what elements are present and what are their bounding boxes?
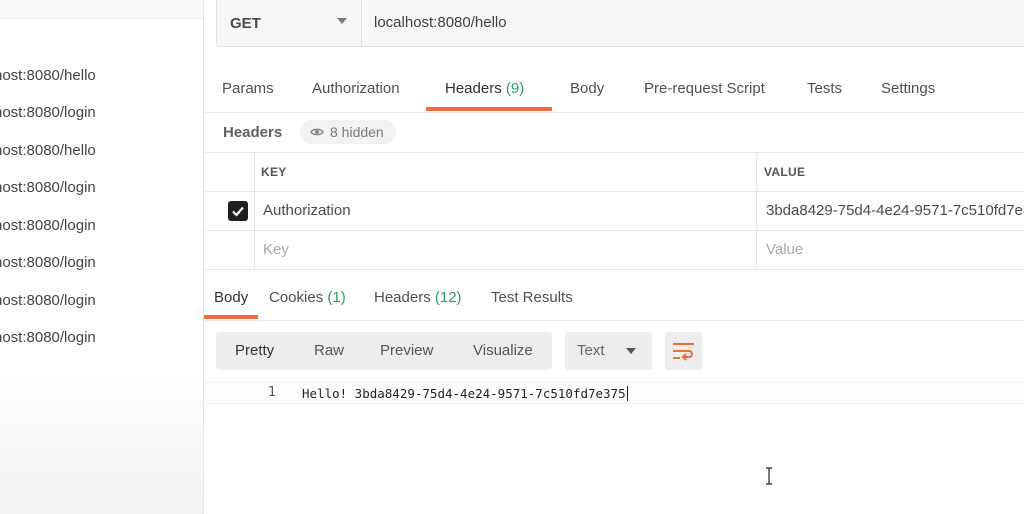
- check-cell: [204, 192, 255, 230]
- url-input[interactable]: localhost:8080/hello: [374, 0, 974, 46]
- tab-label: Pre-request Script: [644, 80, 765, 97]
- wrap-lines-icon: [673, 343, 694, 361]
- history-item[interactable]: host:8080/login: [0, 95, 203, 131]
- mouse-ibeam-cursor-icon: [766, 467, 772, 485]
- history-item[interactable]: host:8080/login: [0, 208, 203, 244]
- tab-params[interactable]: Params: [222, 66, 274, 110]
- tab-label: Headers: [374, 289, 431, 306]
- chevron-down-icon: [626, 348, 636, 354]
- history-item[interactable]: host:8080/login: [0, 320, 203, 356]
- response-type-select[interactable]: Text: [565, 332, 652, 370]
- headers-table: KEY VALUE Authorization 3bda8429-75d4-4e…: [204, 152, 1024, 270]
- new-key-input[interactable]: Key: [254, 231, 757, 269]
- raw-button[interactable]: Raw: [314, 332, 344, 370]
- header-value-cell[interactable]: 3bda8429-75d4-4e24-9571-7c510fd7e375: [757, 192, 1024, 230]
- sidebar-header: [0, 0, 203, 19]
- value-placeholder: Value: [766, 241, 804, 258]
- key-column-header: KEY: [254, 153, 757, 191]
- response-type-label: Text: [577, 342, 605, 359]
- value-column-header: VALUE: [757, 153, 1024, 191]
- response-body-line: Hello! 3bda8429-75d4-4e24-9571-7c510fd7e…: [302, 386, 628, 401]
- tab-count: (12): [434, 289, 462, 306]
- tab-count: (1): [327, 289, 346, 306]
- pretty-button[interactable]: Pretty: [235, 332, 274, 370]
- header-key: Authorization: [263, 202, 351, 219]
- response-tabs: Body Cookies (1) Headers (12) Test Resul…: [204, 275, 1024, 321]
- history-item[interactable]: host:8080/hello: [0, 133, 203, 169]
- tab-label: Authorization: [312, 80, 400, 97]
- history-item[interactable]: host:8080/login: [0, 283, 203, 319]
- tab-authorization[interactable]: Authorization: [312, 66, 400, 110]
- line-number: 1: [268, 385, 276, 400]
- header-enabled-checkbox[interactable]: [228, 201, 248, 221]
- wrap-lines-button[interactable]: [665, 332, 702, 370]
- active-tab-indicator: [426, 107, 552, 111]
- tab-tests[interactable]: Tests: [807, 66, 842, 110]
- visualize-button[interactable]: Visualize: [473, 332, 533, 370]
- key-header: KEY: [261, 165, 287, 179]
- tab-label: Settings: [881, 80, 936, 97]
- tab-body[interactable]: Body: [570, 66, 604, 110]
- tab-label: Tests: [807, 80, 843, 97]
- tab-settings[interactable]: Settings: [881, 66, 935, 110]
- new-header-row: Key Value: [204, 231, 1024, 270]
- tab-response-headers[interactable]: Headers (12): [374, 275, 462, 319]
- eye-icon: [310, 128, 324, 136]
- request-panel: GET localhost:8080/hello Params Authoriz…: [204, 0, 1024, 514]
- key-placeholder: Key: [263, 241, 289, 258]
- header-value: 3bda8429-75d4-4e24-9571-7c510fd7e375: [766, 202, 1024, 219]
- value-header: VALUE: [764, 165, 806, 179]
- tab-cookies[interactable]: Cookies (1): [269, 275, 346, 319]
- preview-button[interactable]: Preview: [380, 332, 433, 370]
- hidden-headers-toggle[interactable]: 8 hidden: [300, 120, 396, 144]
- tab-label: Body: [214, 289, 249, 306]
- chevron-down-icon: [337, 18, 347, 24]
- request-tabs: Params Authorization Headers (9) Body Pr…: [204, 66, 1024, 113]
- header-key-cell[interactable]: Authorization: [254, 192, 757, 230]
- new-value-input[interactable]: Value: [757, 231, 1024, 269]
- url-bar: GET localhost:8080/hello: [216, 0, 1024, 47]
- tab-count: (9): [505, 80, 525, 97]
- hidden-headers-label: 8 hidden: [330, 124, 384, 140]
- format-toggle-group: Pretty Raw Preview Visualize: [216, 332, 552, 370]
- tab-label: Body: [570, 80, 605, 97]
- tab-label: Headers: [445, 80, 502, 97]
- checkmark-icon: [232, 206, 244, 217]
- text-cursor: [626, 386, 628, 401]
- tab-label: Test Results: [491, 289, 573, 306]
- history-item[interactable]: host:8080/hello: [0, 58, 203, 94]
- tab-test-results[interactable]: Test Results: [491, 275, 573, 319]
- history-sidebar: host:8080/hello host:8080/login host:808…: [0, 0, 205, 514]
- response-body-editor[interactable]: 1 Hello! 3bda8429-75d4-4e24-9571-7c510fd…: [204, 382, 1024, 404]
- history-item[interactable]: host:8080/login: [0, 170, 203, 206]
- tab-pre-request-script[interactable]: Pre-request Script: [644, 66, 765, 110]
- method-select[interactable]: GET: [217, 0, 362, 46]
- tab-label: Cookies: [269, 289, 324, 306]
- history-item[interactable]: host:8080/login: [0, 245, 203, 281]
- check-column: [204, 153, 255, 191]
- table-header-row: KEY VALUE: [204, 153, 1024, 192]
- method-label: GET: [230, 14, 261, 32]
- headers-toolbar: Headers 8 hidden: [204, 118, 1024, 150]
- tab-label: Params: [222, 80, 274, 97]
- response-body-text: Hello! 3bda8429-75d4-4e24-9571-7c510fd7e…: [302, 386, 626, 401]
- check-cell: [204, 231, 255, 269]
- active-tab-indicator: [204, 315, 258, 319]
- sidebar-empty-area: [0, 370, 203, 514]
- headers-title: Headers: [223, 124, 283, 141]
- tab-headers[interactable]: Headers (9): [445, 66, 524, 110]
- tab-response-body[interactable]: Body: [214, 275, 248, 319]
- table-row: Authorization 3bda8429-75d4-4e24-9571-7c…: [204, 192, 1024, 231]
